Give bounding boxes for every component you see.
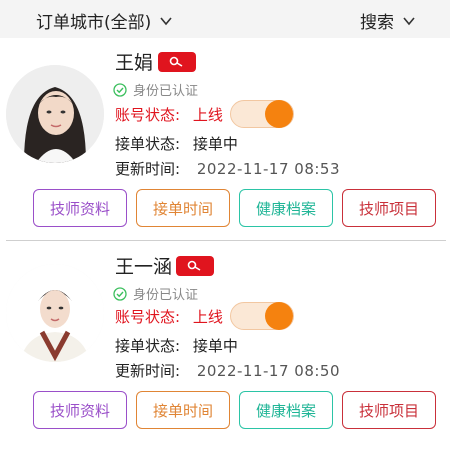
check-circle-icon (113, 82, 127, 97)
technician-services-button[interactable]: 技师项目 (342, 391, 436, 429)
account-status-label: 账号状态: (115, 106, 181, 124)
toggle-knob (265, 302, 293, 330)
verified-status: 身份已认证 (113, 80, 198, 99)
avatar-portrait-icon (6, 264, 104, 362)
online-toggle[interactable] (230, 100, 294, 128)
order-status-row: 接单状态: 接单中 (115, 335, 238, 356)
chevron-down-icon (403, 16, 415, 25)
avatar[interactable] (6, 264, 104, 362)
health-records-button[interactable]: 健康档案 (239, 189, 333, 227)
technician-card: 王娟 身份已认证 账号状态: 上线 接单状态: 接单中 更新时间: 2022-1… (0, 40, 450, 245)
updated-time-value: 2022-11-17 08:50 (196, 362, 341, 380)
order-status-label: 接单状态: (115, 135, 181, 153)
order-status-label: 接单状态: (115, 337, 181, 355)
technician-name: 王娟 (115, 52, 154, 74)
search-label: 搜索 (360, 13, 394, 33)
technician-profile-button[interactable]: 技师资料 (33, 391, 127, 429)
search-dropdown[interactable]: 搜索 (360, 8, 416, 33)
verified-label: 身份已认证 (133, 84, 199, 99)
badge-icon (158, 52, 196, 72)
updated-time-row: 更新时间: 2022-11-17 08:50 (115, 360, 340, 381)
health-records-button[interactable]: 健康档案 (239, 391, 333, 429)
technician-services-button[interactable]: 技师项目 (342, 189, 436, 227)
updated-time-label: 更新时间: (115, 362, 181, 380)
account-status-value: 上线 (192, 106, 223, 124)
check-circle-icon (113, 286, 127, 301)
order-status-row: 接单状态: 接单中 (115, 133, 238, 154)
schedule-button[interactable]: 接单时间 (136, 189, 230, 227)
avatar-portrait-icon (6, 65, 104, 163)
key-icon (169, 56, 183, 67)
account-status-label: 账号状态: (115, 308, 181, 326)
account-status-row: 账号状态: 上线 (115, 306, 223, 327)
verified-status: 身份已认证 (113, 284, 198, 303)
online-toggle[interactable] (230, 302, 294, 330)
city-filter-dropdown[interactable]: 订单城市(全部) (36, 8, 173, 33)
order-status-value: 接单中 (192, 337, 238, 355)
avatar[interactable] (6, 65, 104, 163)
key-icon (187, 260, 201, 271)
technician-profile-button[interactable]: 技师资料 (33, 189, 127, 227)
filter-bar: 订单城市(全部) 搜索 (0, 0, 450, 38)
account-status-value: 上线 (192, 308, 223, 326)
updated-time-row: 更新时间: 2022-11-17 08:53 (115, 158, 340, 179)
updated-time-label: 更新时间: (115, 160, 181, 178)
city-filter-label: 订单城市(全部) (36, 13, 152, 33)
verified-label: 身份已认证 (133, 288, 199, 303)
technician-card: 王一涵 身份已认证 账号状态: 上线 接单状态: 接单中 更新时间: 2022-… (0, 244, 450, 449)
chevron-down-icon (160, 16, 172, 25)
technician-name: 王一涵 (115, 256, 173, 278)
order-status-value: 接单中 (192, 135, 238, 153)
badge-icon (176, 256, 214, 276)
account-status-row: 账号状态: 上线 (115, 104, 223, 125)
schedule-button[interactable]: 接单时间 (136, 391, 230, 429)
updated-time-value: 2022-11-17 08:53 (196, 160, 341, 178)
toggle-knob (265, 100, 293, 128)
divider (6, 240, 446, 241)
